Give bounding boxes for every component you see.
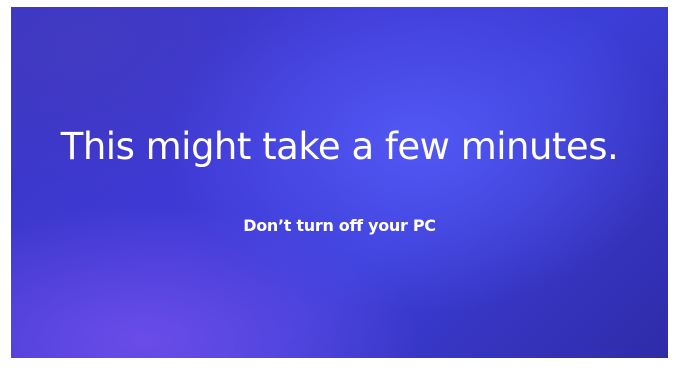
photo-frame: This might take a few minutes. Don’t tur… bbox=[0, 0, 676, 385]
power-warning: Don’t turn off your PC bbox=[243, 216, 436, 235]
update-message: This might take a few minutes. bbox=[60, 125, 619, 168]
update-screen: This might take a few minutes. Don’t tur… bbox=[11, 7, 668, 358]
